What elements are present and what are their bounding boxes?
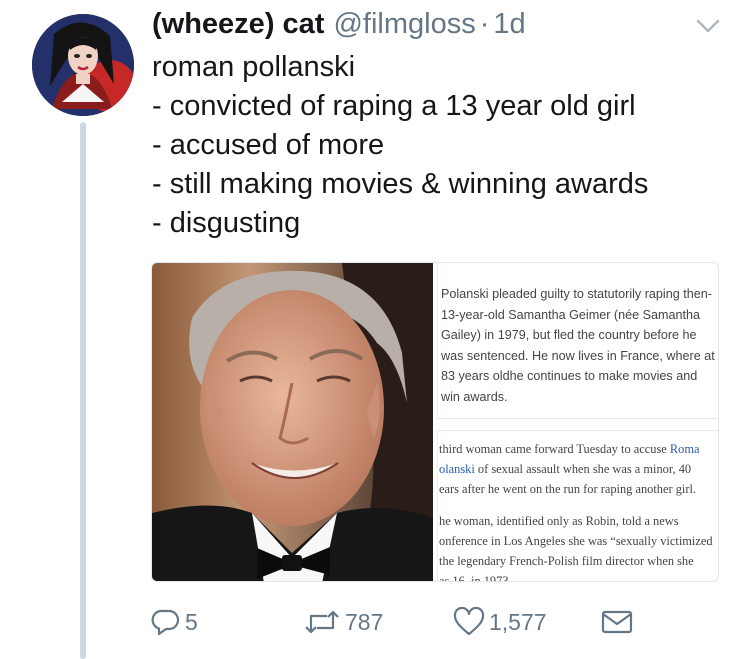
clip-line: olanski of sexual assault when she was a… xyxy=(439,459,718,479)
chevron-down-icon[interactable] xyxy=(694,14,722,38)
tweet-line: - convicted of raping a 13 year old girl xyxy=(152,90,636,122)
clip-line: 83 years oldhe continues to make movies … xyxy=(441,369,698,383)
tweet-text: roman pollanski - convicted of raping a … xyxy=(152,48,648,243)
clip-text: third woman came forward Tuesday to accu… xyxy=(439,442,670,456)
clip-line: win awards. xyxy=(441,389,508,404)
reply-icon xyxy=(151,609,180,636)
separator-dot: · xyxy=(479,8,490,40)
tweet-line: roman pollanski xyxy=(152,51,356,83)
news-clip-1: Polanski pleaded guilty to statutorily r… xyxy=(437,263,718,419)
author-name[interactable]: (wheeze) cat xyxy=(152,8,324,41)
clip-line: ears after he went on the run for raping… xyxy=(439,482,697,496)
clip-line: the legendary French-Polish film directo… xyxy=(439,554,694,568)
retweet-icon xyxy=(305,610,339,634)
clip-line: as 16, in 1973. xyxy=(439,574,512,582)
direct-message-button[interactable] xyxy=(601,600,633,644)
tweet-media[interactable]: Polanski pleaded guilty to statutorily r… xyxy=(151,262,719,582)
heart-icon xyxy=(453,607,485,636)
action-bar: 5 787 1,577 xyxy=(151,600,711,644)
reply-button[interactable]: 5 xyxy=(151,600,198,644)
author-handle[interactable]: @filmgloss xyxy=(333,8,475,41)
retweet-button[interactable]: 787 xyxy=(303,600,383,644)
like-count: 1,577 xyxy=(489,608,547,635)
clip-line: onference in Los Angeles she was “sexual… xyxy=(439,534,713,548)
clip-line: third woman came forward Tuesday to accu… xyxy=(439,439,718,459)
tweet-header: (wheeze) cat @filmgloss · 1d xyxy=(152,8,526,44)
clip-line: Gailey) in 1979, but fled the country be… xyxy=(441,328,697,342)
reply-count: 5 xyxy=(185,608,198,635)
photo-portrait[interactable] xyxy=(152,263,433,581)
retweet-count: 787 xyxy=(345,608,384,635)
mail-icon xyxy=(601,610,633,634)
tweet-line: - accused of more xyxy=(152,129,385,161)
clip-link: olanski xyxy=(439,462,475,476)
news-clip-2: third woman came forward Tuesday to accu… xyxy=(437,430,718,582)
thread-line xyxy=(80,122,86,659)
clip-line: he woman, identified only as Robin, told… xyxy=(439,514,679,528)
clip-line: was sentenced. He now lives in France, w… xyxy=(441,348,715,363)
clip-link: Roma xyxy=(669,442,700,456)
timestamp[interactable]: 1d xyxy=(493,8,525,41)
avatar-image xyxy=(32,14,134,116)
clip-line: Polanski pleaded guilty to statutorily r… xyxy=(441,287,712,301)
avatar[interactable] xyxy=(32,14,134,116)
tweet-line: - disgusting xyxy=(152,207,301,239)
clip-line: 13-year-old Samantha Geimer (née Samanth… xyxy=(441,307,701,322)
tweet-line: - still making movies & winning awards xyxy=(152,168,649,200)
clip-text: of sexual assault when she was a minor, … xyxy=(474,462,692,476)
like-button[interactable]: 1,577 xyxy=(453,600,547,644)
